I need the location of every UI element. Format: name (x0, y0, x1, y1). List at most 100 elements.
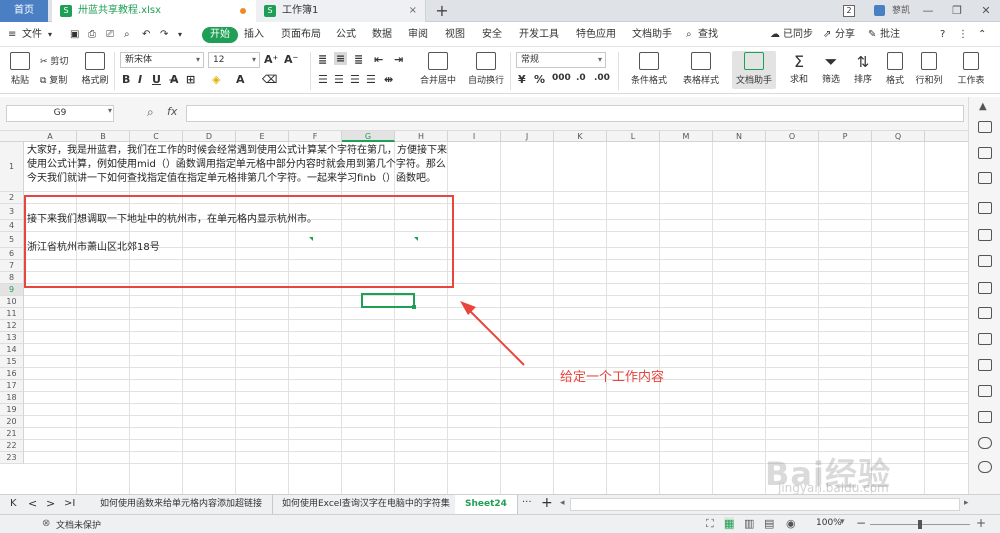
number-format-select[interactable]: 常规 (516, 52, 606, 68)
currency-icon[interactable]: ¥ (518, 73, 526, 86)
shapes-icon[interactable] (978, 147, 992, 159)
security-icon[interactable] (978, 437, 992, 449)
decrease-font-icon[interactable]: A⁻ (284, 53, 298, 66)
menu-tab-view[interactable]: 视图 (445, 27, 465, 43)
layers-icon[interactable] (978, 307, 992, 319)
cell-a1[interactable]: 大家好，我是卅蓝君，我们在工作的时候会经常遇到使用公式计算某个字符在第几，方便接… (27, 144, 447, 186)
justify-icon[interactable]: ☰ (366, 73, 376, 86)
column-header-k[interactable]: K (554, 131, 607, 142)
row-header-7[interactable]: 7 (0, 260, 24, 272)
percent-icon[interactable]: % (534, 73, 545, 86)
filter-button[interactable]: ⏷ 筛选 (818, 52, 844, 85)
clear-format-icon[interactable]: ⌫ (262, 73, 278, 86)
print-preview-icon[interactable]: ⌕ (124, 27, 130, 43)
fill-handle[interactable] (412, 305, 416, 309)
distributed-icon[interactable]: ⇹ (384, 73, 393, 86)
sort-button[interactable]: ⇅ 排序 (850, 52, 876, 85)
tab-home[interactable]: 首页 (0, 0, 48, 22)
eye-protect-icon[interactable]: ◉ (786, 517, 796, 530)
table-icon[interactable] (978, 202, 992, 214)
selected-cell-g9[interactable] (361, 293, 415, 308)
row-header-8[interactable]: 8 (0, 272, 24, 284)
zoom-formula-icon[interactable]: ⌕ (147, 105, 154, 120)
tab-file-xlsx[interactable]: S 卅蓝共享教程.xlsx (52, 0, 257, 22)
column-header-d[interactable]: D (183, 131, 236, 142)
chart-icon[interactable] (978, 255, 992, 267)
format-button[interactable]: 格式 (882, 52, 908, 86)
row-header-17[interactable]: 17 (0, 380, 24, 392)
comment-button[interactable]: 批注 (880, 27, 900, 43)
table-style-button[interactable]: 表格样式 (678, 52, 724, 86)
menu-tab-review[interactable]: 审阅 (408, 27, 428, 43)
cut-button[interactable]: ✂ 剪切 (40, 54, 68, 67)
row-header-11[interactable]: 11 (0, 308, 24, 320)
indent-increase-icon[interactable]: ⇥ (394, 53, 403, 66)
row-header-4[interactable]: 4 (0, 220, 24, 232)
row-header-23[interactable]: 23 (0, 452, 24, 464)
search-command[interactable]: 查找 (698, 27, 718, 43)
close-tab-icon[interactable]: × (409, 0, 417, 22)
row-header-15[interactable]: 15 (0, 356, 24, 368)
conditional-format-button[interactable]: 条件格式 (626, 52, 672, 86)
column-header-n[interactable]: N (713, 131, 766, 142)
bold-button[interactable]: B (122, 73, 130, 86)
column-header-c[interactable]: C (130, 131, 183, 142)
zoom-in-icon[interactable]: + (976, 516, 986, 530)
export-icon[interactable] (978, 359, 992, 371)
zoom-out-icon[interactable]: − (856, 516, 866, 530)
first-sheet-icon[interactable]: K (10, 498, 17, 509)
page-break-icon[interactable]: ▥ (744, 517, 754, 530)
spreadsheet-grid[interactable]: ABCDEFGHIJKLMNOPQ 1 2 3 4 5 6 7 8 9 10 11 12 13 14 15 1… (0, 131, 968, 494)
row-header-22[interactable]: 22 (0, 440, 24, 452)
sync-status[interactable]: 已同步 (783, 27, 813, 43)
menu-tab-security[interactable]: 安全 (482, 27, 502, 43)
row-header-6[interactable]: 6 (0, 248, 24, 260)
column-header-q[interactable]: Q (872, 131, 925, 142)
crop-icon[interactable] (978, 282, 992, 294)
cursor-icon[interactable] (978, 121, 992, 133)
quick-access-chevron-icon[interactable]: ▾ (178, 27, 182, 43)
new-tab-button[interactable]: + (432, 0, 452, 22)
row-header-21[interactable]: 21 (0, 428, 24, 440)
font-color-icon[interactable]: A (236, 73, 245, 86)
row-header-20[interactable]: 20 (0, 416, 24, 428)
row-header-12[interactable]: 12 (0, 320, 24, 332)
window-count-badge[interactable]: 2 (843, 5, 855, 17)
align-center-icon[interactable]: ☰ (334, 73, 344, 86)
increase-decimal-icon[interactable]: .0 (576, 73, 586, 83)
copy-button[interactable]: ⧉ 复制 (40, 73, 67, 86)
align-bottom-icon[interactable]: ≣ (354, 53, 363, 66)
formula-input[interactable] (186, 105, 964, 122)
sheet-tab-active[interactable]: Sheet24 (455, 495, 518, 514)
scroll-right-icon[interactable]: ▸ (964, 498, 969, 508)
column-header-l[interactable]: L (607, 131, 660, 142)
menu-file[interactable]: 文件 (22, 27, 42, 43)
help-icon[interactable]: ? (940, 27, 945, 43)
protect-status[interactable]: 文档未保护 (56, 518, 101, 531)
doc-assistant-button[interactable]: 文档助手 (732, 51, 776, 89)
zoom-slider-thumb[interactable] (918, 520, 922, 529)
menu-tab-developer[interactable]: 开发工具 (519, 27, 559, 43)
column-header-i[interactable]: I (448, 131, 501, 142)
column-header-g[interactable]: G (342, 131, 395, 142)
menu-tab-doc-assistant[interactable]: 文档助手 (632, 27, 672, 43)
menu-tab-data[interactable]: 数据 (372, 27, 392, 43)
column-header-o[interactable]: O (766, 131, 819, 142)
hamburger-icon[interactable]: ≡ (8, 27, 16, 43)
row-header-5[interactable]: 5 (0, 232, 24, 248)
format-painter-button[interactable]: 格式刷 (80, 52, 110, 86)
paste-button[interactable]: 粘贴 (6, 52, 34, 86)
zoom-level[interactable]: 100% (816, 518, 842, 528)
indent-decrease-icon[interactable]: ⇤ (374, 53, 383, 66)
column-header-b[interactable]: B (77, 131, 130, 142)
decrease-decimal-icon[interactable]: .00 (594, 73, 610, 83)
collapse-ribbon-icon[interactable]: ⌃ (978, 27, 986, 43)
row-header-14[interactable]: 14 (0, 344, 24, 356)
grid-apps-icon[interactable] (978, 229, 992, 241)
column-header-j[interactable]: J (501, 131, 554, 142)
horizontal-scrollbar[interactable] (570, 498, 960, 511)
strikethrough-icon[interactable]: A̶ (170, 73, 179, 86)
menu-tab-formulas[interactable]: 公式 (336, 27, 356, 43)
properties-icon[interactable] (978, 172, 992, 184)
share-icon[interactable]: ⇗ (823, 27, 831, 43)
